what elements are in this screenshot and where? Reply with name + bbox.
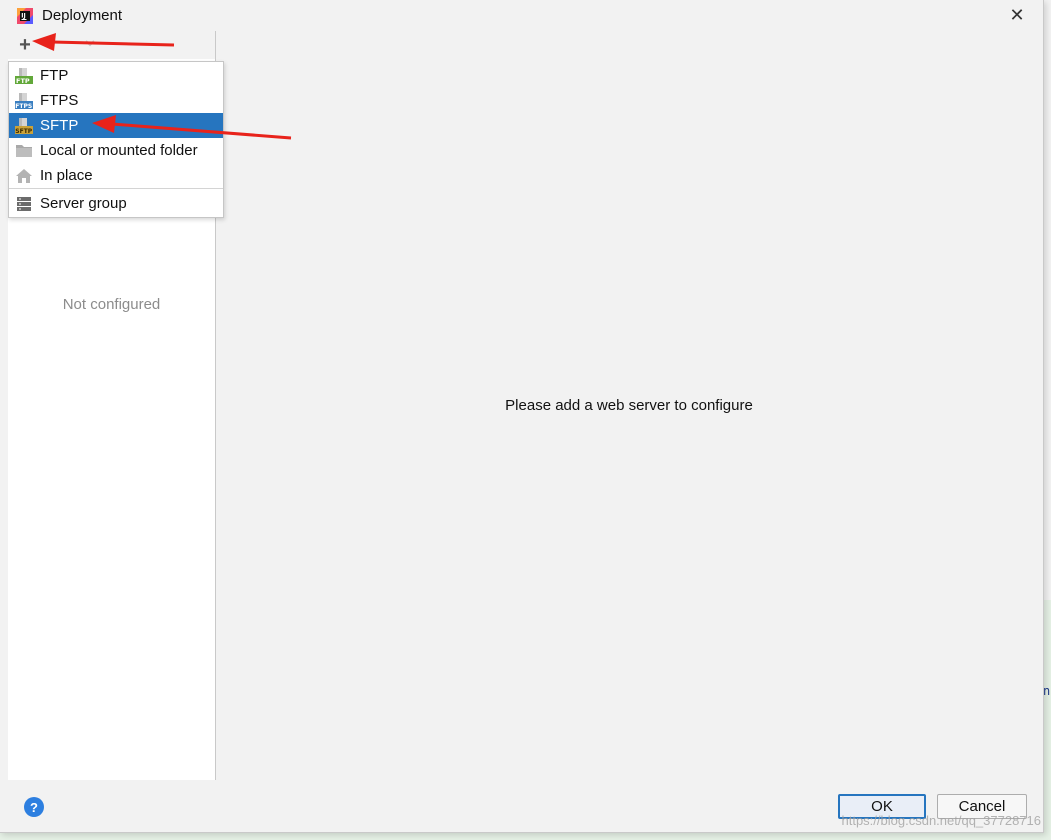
help-button[interactable]: ?	[24, 797, 44, 817]
question-icon: ?	[30, 799, 38, 815]
menu-item-sftp[interactable]: SFTP SFTP	[9, 113, 223, 138]
empty-state-text: Not configured	[62, 296, 161, 313]
menu-item-in-place[interactable]: In place	[9, 163, 223, 188]
menu-item-label: In place	[40, 167, 93, 184]
ftps-icon: FTPS	[15, 92, 33, 110]
menu-item-label: FTP	[40, 67, 69, 84]
server-list-toolbar: +	[8, 31, 215, 59]
add-server-menu: FTP FTP FTPS FTPS SFTP SFTP Local or mou…	[8, 61, 224, 218]
sftp-icon: SFTP	[15, 117, 33, 135]
configure-hint: Please add a web server to configure	[505, 397, 753, 414]
menu-item-label: FTPS	[40, 92, 79, 109]
menu-item-label: Local or mounted folder	[40, 142, 198, 159]
background-text-fragment: n	[1043, 684, 1051, 698]
menu-item-server-group[interactable]: Server group	[9, 191, 223, 216]
home-icon	[16, 168, 32, 183]
close-icon: ✕	[1009, 4, 1025, 25]
server-group-icon	[17, 196, 31, 211]
menu-item-label: Server group	[40, 195, 127, 212]
menu-item-ftp[interactable]: FTP FTP	[9, 63, 223, 88]
svg-text:IJ: IJ	[21, 13, 25, 20]
svg-text:FTP: FTP	[16, 77, 30, 85]
close-button[interactable]: ✕	[1005, 4, 1029, 26]
plus-icon: +	[19, 33, 31, 56]
svg-text:SFTP: SFTP	[15, 128, 33, 135]
menu-item-ftps[interactable]: FTPS FTPS	[9, 88, 223, 113]
add-server-button[interactable]: +	[14, 34, 36, 56]
title-bar: IJ Deployment ✕	[0, 0, 1043, 31]
watermark: https://blog.csdn.net/qq_37728716	[841, 813, 1042, 828]
menu-separator	[9, 188, 223, 189]
menu-item-local-folder[interactable]: Local or mounted folder	[9, 138, 223, 163]
window-title: Deployment	[42, 7, 123, 24]
menu-item-label: SFTP	[40, 117, 79, 134]
ftp-icon: FTP	[15, 67, 33, 85]
svg-text:FTPS: FTPS	[15, 103, 32, 110]
folder-icon	[16, 144, 32, 157]
chevron-down-icon	[85, 40, 95, 47]
intellij-app-icon: IJ	[17, 8, 33, 24]
